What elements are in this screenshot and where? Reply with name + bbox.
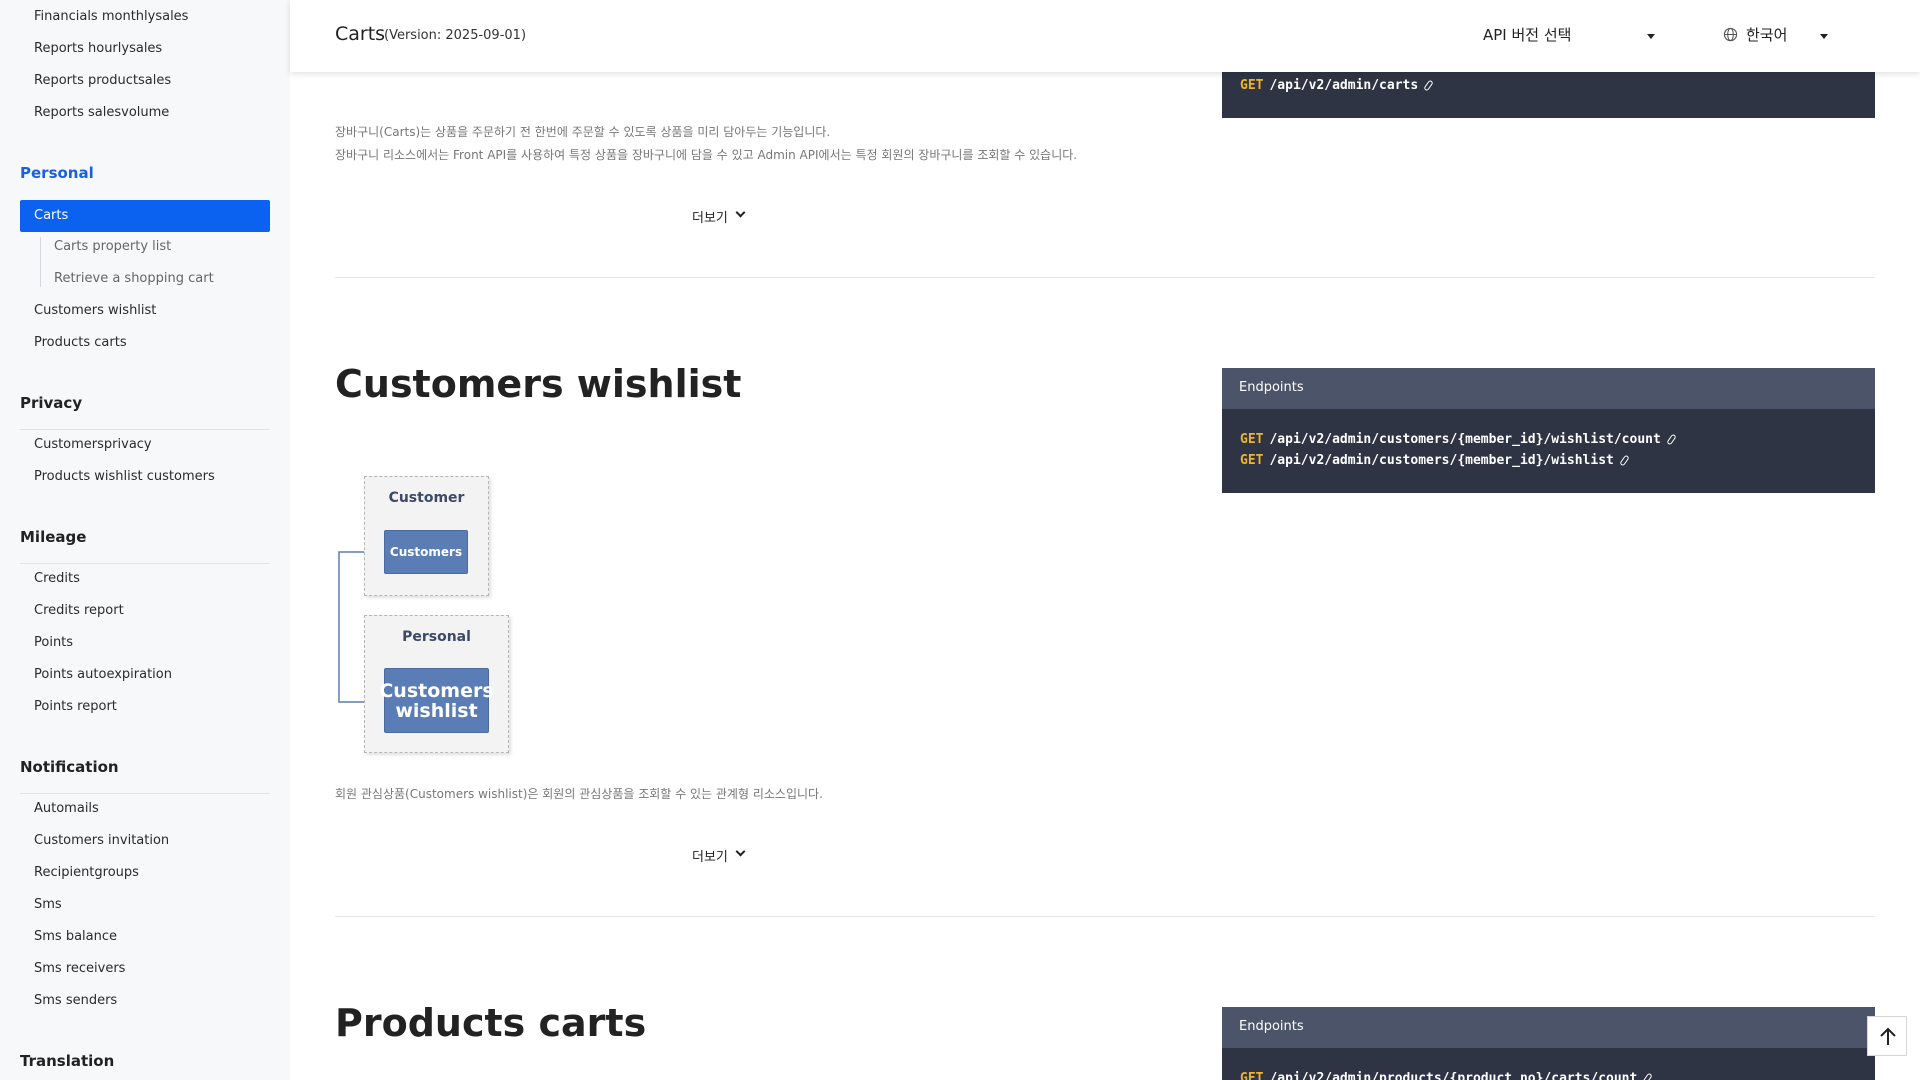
- sidebar-divider: [20, 793, 270, 794]
- endpoint-row[interactable]: GET/api/v2/admin/customers/{member_id}/w…: [1240, 453, 1630, 468]
- diagram-group-customer: Customer Customers: [364, 476, 489, 596]
- api-version-select-label: API 버전 선택: [1483, 26, 1572, 44]
- link-icon[interactable]: [1423, 79, 1434, 92]
- http-method: GET: [1240, 453, 1264, 468]
- sidebar-divider: [20, 429, 270, 430]
- more-label: 더보기: [692, 211, 728, 226]
- sidebar-item-points-report[interactable]: Points report: [34, 699, 117, 714]
- sidebar-item-products-carts[interactable]: Products carts: [34, 335, 127, 350]
- arrow-up-icon: [1880, 1027, 1896, 1045]
- endpoint-path[interactable]: /api/v2/admin/customers/{member_id}/wish…: [1269, 432, 1660, 447]
- sidebar-subitem-retrieve-shopping-cart[interactable]: Retrieve a shopping cart: [54, 271, 214, 286]
- http-method: GET: [1240, 1071, 1264, 1080]
- sidebar-item-sms-balance[interactable]: Sms balance: [34, 929, 117, 944]
- back-to-top-button[interactable]: [1867, 1016, 1907, 1056]
- sidebar-item-label: Carts: [34, 208, 69, 223]
- customers-wishlist-description: 회원 관심상품(Customers wishlist)은 회원의 관심상품을 조…: [335, 787, 823, 801]
- sidebar-section-mileage[interactable]: Mileage: [20, 528, 86, 546]
- link-icon[interactable]: [1619, 454, 1630, 467]
- endpoint-row[interactable]: GET/api/v2/admin/carts: [1240, 78, 1434, 93]
- diagram-node-customers-wishlist[interactable]: Customers wishlist: [379, 668, 494, 733]
- chevron-down-icon: [735, 846, 746, 857]
- api-version: (Version: 2025-09-01): [384, 28, 527, 43]
- relationship-diagram: Customer Customers Personal Customers wi…: [333, 470, 513, 760]
- main-content: GET/api/v2/admin/carts 장바구니(Carts)는 상품을 …: [290, 0, 1920, 1080]
- diagram-node-label: Customers: [379, 679, 494, 702]
- sidebar-item-customers-invitation[interactable]: Customers invitation: [34, 833, 169, 848]
- chevron-down-icon: [735, 207, 746, 218]
- sidebar-item-credits[interactable]: Credits: [34, 571, 80, 586]
- carts-description-line1: 장바구니(Carts)는 상품을 주문하기 전 한번에 주문할 수 있도록 상품…: [335, 125, 831, 139]
- customers-wishlist-more-button[interactable]: 더보기: [692, 846, 746, 865]
- sidebar-subitem-carts-property-list[interactable]: Carts property list: [54, 239, 171, 254]
- diagram-node-label: wishlist: [395, 699, 478, 722]
- sidebar-item-points-autoexpiration[interactable]: Points autoexpiration: [34, 667, 172, 682]
- endpoint-path[interactable]: /api/v2/admin/products/{product_no}/cart…: [1269, 1071, 1637, 1080]
- sidebar-item-products-wishlist-customers[interactable]: Products wishlist customers: [34, 469, 215, 484]
- link-icon[interactable]: [1666, 433, 1677, 446]
- sidebar-section-notification[interactable]: Notification: [20, 758, 119, 776]
- sidebar-item-carts[interactable]: Carts: [20, 200, 270, 232]
- sidebar-item-financials-monthlysales[interactable]: Financials monthlysales: [34, 9, 188, 24]
- products-carts-endpoints-panel: Endpoints GET/api/v2/admin/products/{pro…: [1222, 1007, 1875, 1080]
- section-divider: [335, 277, 1875, 278]
- sidebar-section-personal[interactable]: Personal: [20, 164, 94, 182]
- sidebar-item-automails[interactable]: Automails: [34, 801, 99, 816]
- page-title: Carts: [335, 23, 386, 45]
- http-method: GET: [1240, 432, 1264, 447]
- sidebar-item-reports-productsales[interactable]: Reports productsales: [34, 73, 171, 88]
- language-select-label: 한국어: [1746, 26, 1788, 44]
- section-divider: [335, 916, 1875, 917]
- chevron-down-icon[interactable]: [1820, 34, 1828, 39]
- sidebar-item-sms-senders[interactable]: Sms senders: [34, 993, 117, 1008]
- endpoints-header: Endpoints: [1222, 1007, 1875, 1048]
- section-title-customers-wishlist: Customers wishlist: [335, 362, 742, 406]
- endpoints-header: Endpoints: [1222, 368, 1875, 409]
- sidebar-item-recipientgroups[interactable]: Recipientgroups: [34, 865, 139, 880]
- more-label: 더보기: [692, 850, 728, 865]
- sidebar-section-translation[interactable]: Translation: [20, 1052, 114, 1070]
- sidebar-item-reports-hourlysales[interactable]: Reports hourlysales: [34, 41, 162, 56]
- sidebar-item-reports-salesvolume[interactable]: Reports salesvolume: [34, 105, 169, 120]
- endpoint-row[interactable]: GET/api/v2/admin/products/{product_no}/c…: [1240, 1071, 1654, 1080]
- language-select[interactable]: 한국어: [1746, 24, 1787, 45]
- api-version-select[interactable]: API 버전 선택: [1483, 24, 1571, 45]
- sidebar-divider: [20, 563, 270, 564]
- diagram-node-customers[interactable]: Customers: [384, 530, 468, 574]
- sidebar-item-customers-wishlist[interactable]: Customers wishlist: [34, 303, 156, 318]
- sidebar-item-points[interactable]: Points: [34, 635, 73, 650]
- customers-wishlist-endpoints-panel: Endpoints GET/api/v2/admin/customers/{me…: [1222, 368, 1875, 493]
- link-icon[interactable]: [1642, 1072, 1654, 1080]
- diagram-group-personal: Personal Customers wishlist: [364, 615, 509, 753]
- http-method: GET: [1240, 78, 1264, 93]
- sidebar-item-customersprivacy[interactable]: Customersprivacy: [34, 437, 152, 452]
- chevron-down-icon[interactable]: [1647, 34, 1655, 39]
- endpoint-path[interactable]: /api/v2/admin/customers/{member_id}/wish…: [1269, 453, 1613, 468]
- diagram-group-title: Customer: [388, 490, 465, 506]
- carts-more-button[interactable]: 더보기: [692, 207, 746, 226]
- top-header: Carts (Version: 2025-09-01) API 버전 선택 한국…: [290, 0, 1920, 72]
- endpoint-path[interactable]: /api/v2/admin/carts: [1269, 78, 1418, 93]
- diagram-group-title: Personal: [402, 629, 471, 645]
- globe-icon: [1723, 27, 1738, 42]
- sidebar-item-credits-report[interactable]: Credits report: [34, 603, 124, 618]
- sidebar-subtree-line: [40, 237, 41, 287]
- endpoint-row[interactable]: GET/api/v2/admin/customers/{member_id}/w…: [1240, 432, 1677, 447]
- section-title-products-carts: Products carts: [335, 1001, 647, 1045]
- carts-description-line2: 장바구니 리소스에서는 Front API를 사용하여 특정 상품을 장바구니에…: [335, 148, 1078, 162]
- sidebar-item-sms-receivers[interactable]: Sms receivers: [34, 961, 125, 976]
- sidebar: Financials monthlysales Reports hourlysa…: [0, 0, 290, 1080]
- sidebar-section-privacy[interactable]: Privacy: [20, 394, 82, 412]
- sidebar-item-sms[interactable]: Sms: [34, 897, 62, 912]
